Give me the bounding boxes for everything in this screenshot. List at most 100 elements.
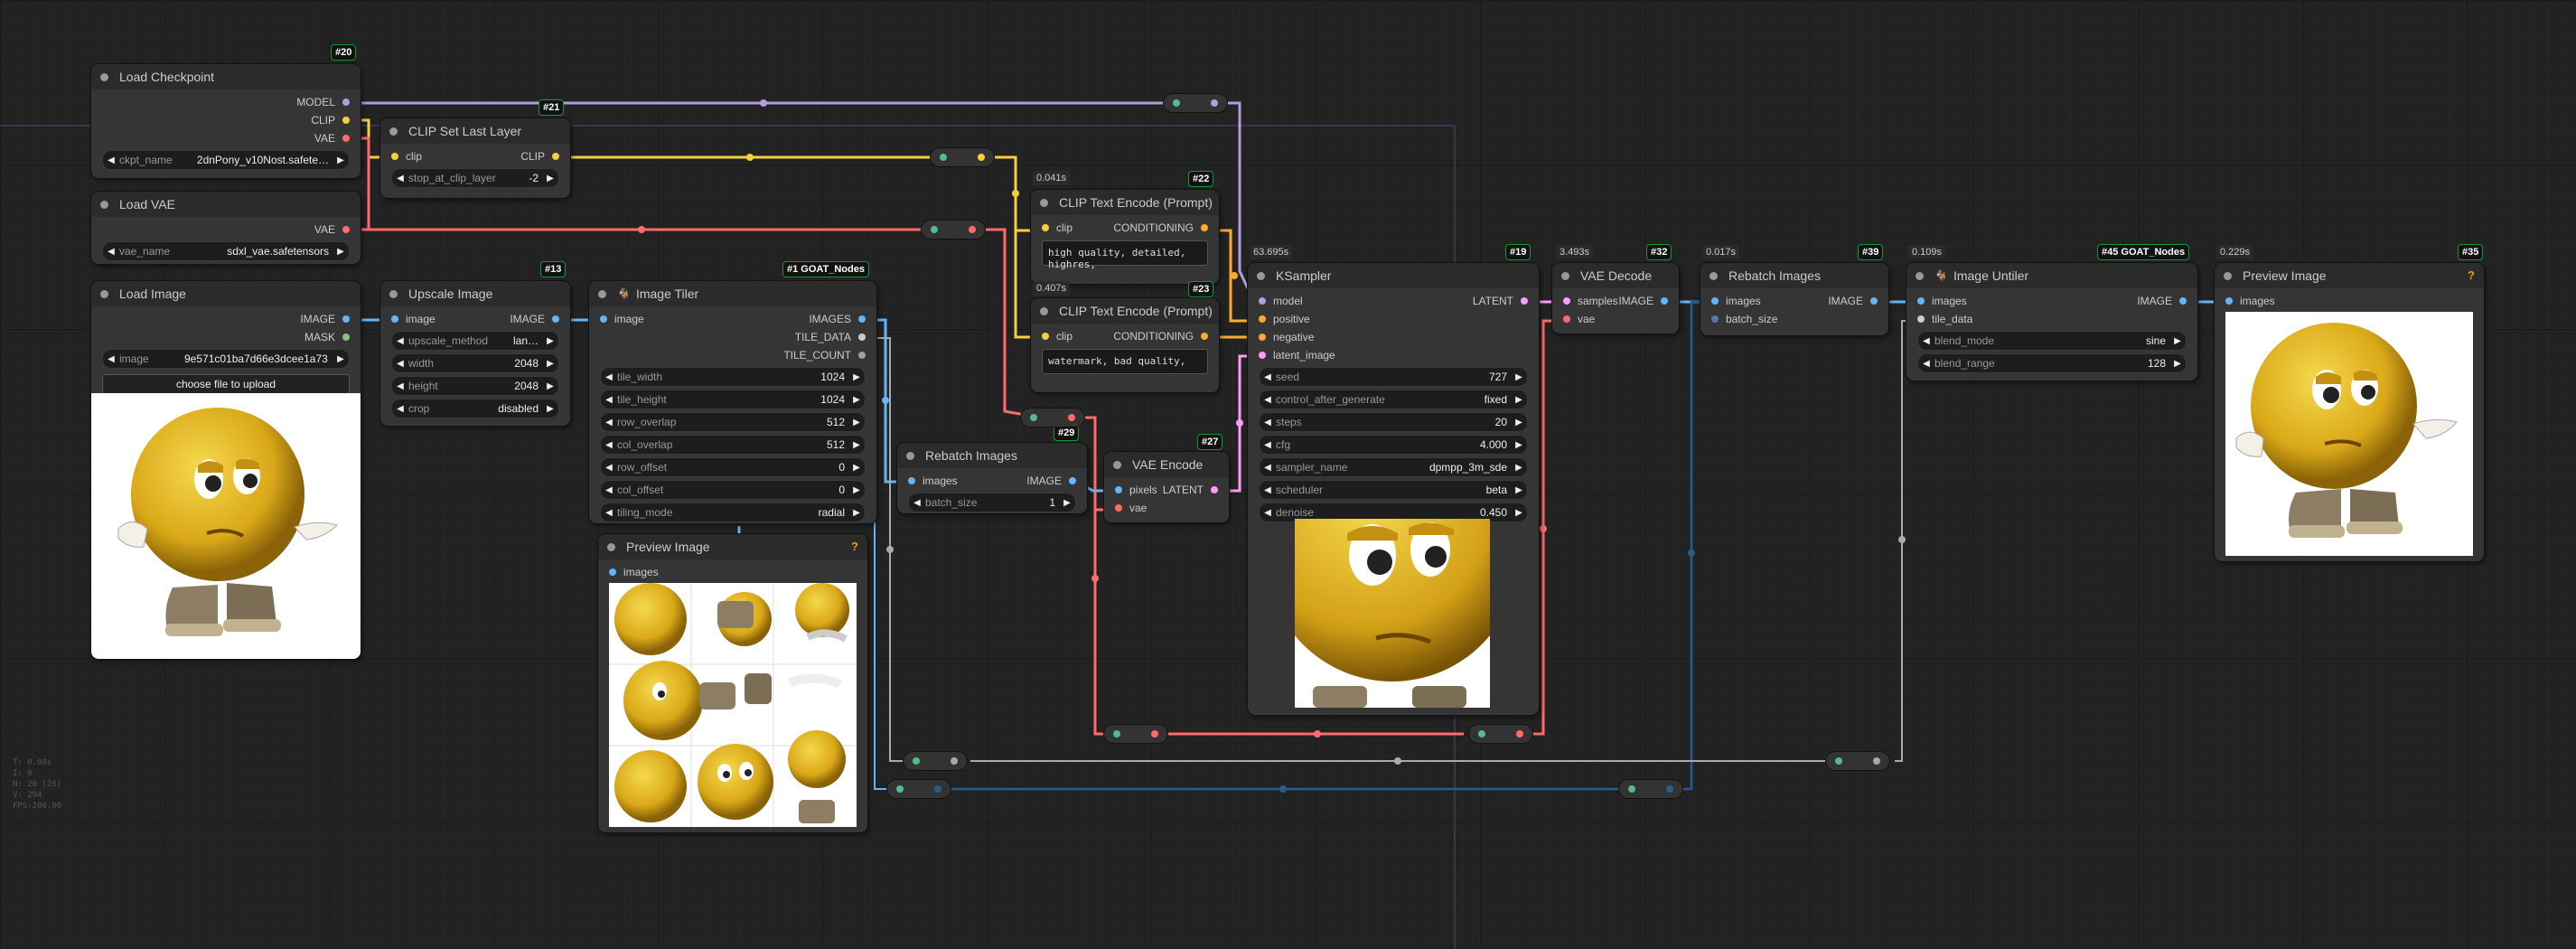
arrow-left-icon[interactable]: ◀ [601,372,617,382]
arrow-left-icon[interactable]: ◀ [1260,508,1276,518]
upscale-method-widget[interactable]: ◀ upscale_method lan… ▶ [391,331,559,351]
reroute-node[interactable] [1619,780,1682,798]
reroute-output-socket[interactable] [1211,99,1218,107]
reroute-node[interactable] [1164,94,1227,112]
arrow-left-icon[interactable]: ◀ [601,440,617,450]
node-title[interactable]: VAE Decode [1552,263,1679,288]
reroute-input-socket[interactable] [931,226,938,233]
reroute-output-socket[interactable] [1068,414,1075,421]
socket-images-in[interactable] [908,477,915,484]
node-title[interactable]: CLIP Set Last Layer [380,118,570,144]
socket-image-in[interactable] [391,315,398,323]
arrow-left-icon[interactable]: ◀ [909,498,925,508]
arrow-left-icon[interactable]: ◀ [601,508,617,518]
reroute-output-socket[interactable] [1666,785,1673,793]
blend-mode-widget[interactable]: ◀ blend_mode sine ▶ [1917,331,2187,351]
collapse-dot[interactable] [1561,271,1569,280]
arrow-right-icon[interactable]: ▶ [1511,508,1527,518]
socket-images-out[interactable] [858,315,866,323]
socket-image-out[interactable] [1870,297,1878,305]
height-widget[interactable]: ◀ height 2048 ▶ [391,376,559,396]
arrow-left-icon[interactable]: ◀ [103,354,119,364]
node-clip-set-last-layer[interactable]: CLIP Set Last Layer clip CLIP ◀ stop_at_cl… [380,118,570,198]
arrow-right-icon[interactable]: ▶ [2169,336,2186,346]
node-image-tiler[interactable]: 🐐 Image Tiler image IMAGES TILE_DATA TILE_… [589,281,876,523]
reroute-output-socket[interactable] [1873,757,1880,765]
arrow-right-icon[interactable]: ▶ [542,404,558,414]
socket-positive-in[interactable] [1259,315,1266,323]
arrow-right-icon[interactable]: ▶ [848,485,865,495]
socket-latent-out[interactable] [1521,297,1528,305]
node-title[interactable]: CLIP Text Encode (Prompt) [1031,190,1219,215]
node-title[interactable]: KSampler [1248,263,1539,288]
socket-model[interactable] [342,99,350,106]
arrow-left-icon[interactable]: ◀ [601,485,617,495]
reroute-node[interactable] [887,780,951,798]
arrow-right-icon[interactable]: ▶ [542,359,558,369]
socket-image-out[interactable] [1069,477,1076,484]
node-title[interactable]: Upscale Image [380,281,570,306]
node-title[interactable]: Load VAE [91,192,361,217]
reroute-input-socket[interactable] [1478,730,1485,738]
socket-pixels-in[interactable] [1115,486,1122,493]
steps-widget[interactable]: ◀ steps 20 ▶ [1259,412,1528,432]
socket-samples-in[interactable] [1563,297,1570,305]
collapse-dot[interactable] [1257,271,1265,280]
arrow-right-icon[interactable]: ▶ [848,508,865,518]
col-offset-widget[interactable]: ◀ col_offset 0 ▶ [600,480,866,500]
socket-image-out[interactable] [1661,297,1668,305]
ckpt-name-combo[interactable]: ◀ ckpt_name 2dnPony_v10Nost.safete… ▶ [102,150,350,170]
socket-clip-out[interactable] [552,153,559,160]
arrow-right-icon[interactable]: ▶ [1511,418,1527,428]
collapse-dot[interactable] [598,289,606,298]
width-widget[interactable]: ◀ width 2048 ▶ [391,353,559,373]
node-title[interactable]: 🐐 Image Untiler [1906,263,2197,288]
socket-clip[interactable] [342,117,350,124]
arrow-right-icon[interactable]: ▶ [1511,395,1527,405]
sampler-name-widget[interactable]: ◀ sampler_name dpmpp_3m_sde ▶ [1259,457,1528,477]
node-title[interactable]: Load Checkpoint [91,64,361,89]
node-title[interactable]: Rebatch Images [1700,263,1888,288]
reroute-input-socket[interactable] [913,757,920,765]
socket-latent-in[interactable] [1259,352,1266,359]
crop-widget[interactable]: ◀ crop disabled ▶ [391,399,559,418]
node-title[interactable]: Rebatch Images [897,443,1087,468]
collapse-dot[interactable] [100,200,108,209]
arrow-left-icon[interactable]: ◀ [392,174,408,183]
socket-tile-data-out[interactable] [858,334,866,341]
reroute-output-socket[interactable] [978,154,985,161]
arrow-right-icon[interactable]: ▶ [542,381,558,391]
socket-image-in[interactable] [600,315,607,323]
collapse-dot[interactable] [100,289,108,298]
arrow-right-icon[interactable]: ▶ [1511,372,1527,382]
reroute-output-socket[interactable] [969,226,976,233]
arrow-right-icon[interactable]: ▶ [542,336,558,346]
arrow-right-icon[interactable]: ▶ [1511,440,1527,450]
node-upscale-image[interactable]: Upscale Image image IMAGE ◀ upscale_method… [380,281,570,426]
socket-vae[interactable] [342,135,350,142]
socket-clip-in[interactable] [1042,224,1049,231]
socket-batch-size-in[interactable] [1711,315,1719,323]
socket-image-out[interactable] [2179,297,2187,305]
arrow-right-icon[interactable]: ▶ [333,155,349,165]
socket-image-out[interactable] [552,315,559,323]
socket-tile-count-out[interactable] [858,352,866,359]
reroute-input-socket[interactable] [1030,414,1037,421]
collapse-dot[interactable] [1916,271,1924,280]
node-vae-encode[interactable]: VAE Encode pixels LATENT vae [1104,452,1229,522]
node-image-untiler[interactable]: 🐐 Image Untiler images IMAGE tile_data ◀ bl… [1906,263,2197,381]
reroute-node[interactable] [1104,725,1167,743]
collapse-dot[interactable] [1040,198,1048,207]
arrow-left-icon[interactable]: ◀ [1260,440,1276,450]
arrow-right-icon[interactable]: ▶ [1511,463,1527,473]
node-load-checkpoint[interactable]: Load Checkpoint MODEL CLIP VAE ◀ ckpt_nam… [91,64,361,178]
socket-mask[interactable] [342,334,350,341]
arrow-left-icon[interactable]: ◀ [1918,336,1934,346]
collapse-dot[interactable] [906,451,914,460]
reroute-input-socket[interactable] [940,154,947,161]
node-vae-decode[interactable]: VAE Decode samples IMAGE vae [1552,263,1679,334]
scheduler-widget[interactable]: ◀ scheduler beta ▶ [1259,480,1528,500]
socket-image[interactable] [342,315,350,323]
reroute-node[interactable] [1021,409,1084,427]
arrow-left-icon[interactable]: ◀ [601,395,617,405]
